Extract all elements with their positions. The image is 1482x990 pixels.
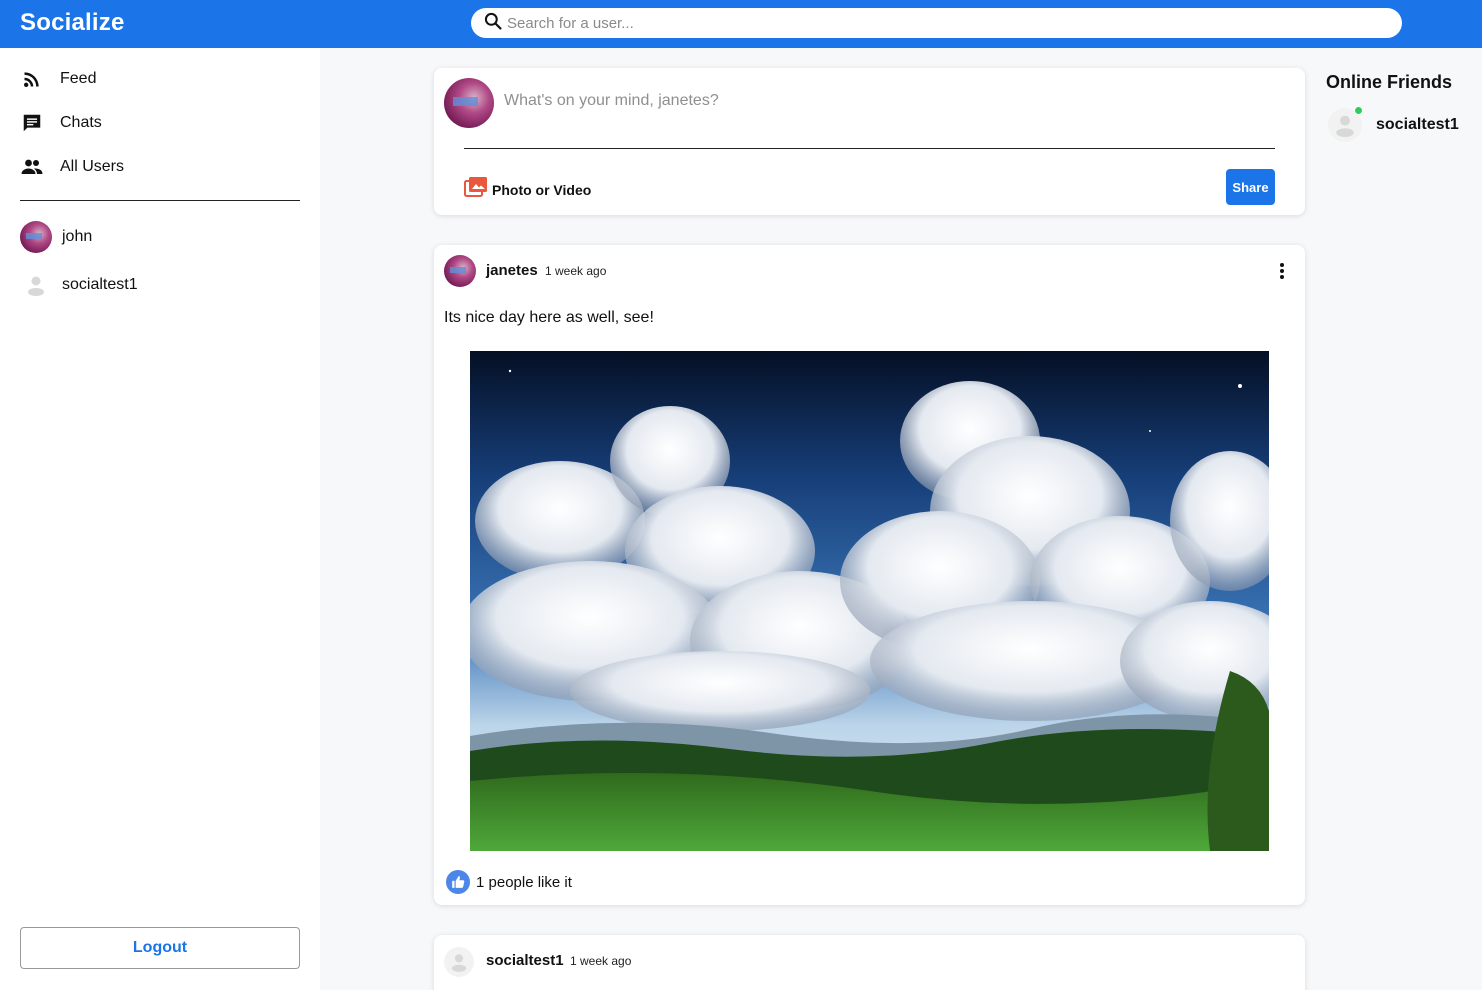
sidebar-user-label: socialtest1: [62, 276, 138, 293]
post-card: socialtest1 1 week ago: [434, 935, 1305, 990]
avatar: [444, 78, 494, 128]
online-status-badge: [1354, 106, 1363, 115]
sidebar-item-chats[interactable]: Chats: [20, 109, 102, 137]
post-author[interactable]: janetes: [486, 262, 538, 279]
top-bar: Socialize: [0, 0, 1482, 48]
search-icon: [483, 11, 503, 36]
post-text: Its nice day here as well, see!: [444, 309, 654, 326]
sidebar-divider: [20, 200, 300, 201]
avatar: [20, 221, 52, 253]
online-friend-item[interactable]: socialtest1: [1328, 106, 1459, 142]
likes-summary: 1 people like it: [446, 870, 572, 894]
sidebar-user-label: john: [62, 228, 93, 245]
photo-or-video-option[interactable]: Photo or Video: [464, 176, 591, 203]
search-bar[interactable]: [471, 8, 1402, 38]
sidebar-item-label: Feed: [60, 70, 97, 87]
share-button[interactable]: Share: [1226, 169, 1275, 205]
sidebar-user-socialtest1[interactable]: socialtest1: [20, 269, 138, 301]
sidebar-user-john[interactable]: john: [20, 221, 92, 253]
post-timestamp: 1 week ago: [545, 264, 607, 278]
default-avatar-icon: [1328, 106, 1363, 142]
avatar[interactable]: [444, 255, 476, 287]
sidebar-item-all-users[interactable]: All Users: [20, 153, 124, 181]
post-input[interactable]: [504, 92, 1264, 110]
thumb-up-icon[interactable]: [446, 870, 470, 894]
post-timestamp: 1 week ago: [570, 954, 632, 968]
post-author[interactable]: socialtest1: [486, 952, 564, 969]
more-vert-icon[interactable]: [1272, 261, 1292, 281]
sidebar-item-label: All Users: [60, 158, 125, 175]
default-avatar-icon: [20, 269, 52, 301]
online-friend-name: socialtest1: [1376, 116, 1459, 133]
app-logo[interactable]: Socialize: [20, 9, 125, 37]
logout-button[interactable]: Logout: [20, 927, 300, 969]
sidebar-item-feed[interactable]: Feed: [20, 65, 96, 93]
likes-count: 1 people like it: [476, 873, 572, 891]
photo-or-video-label: Photo or Video: [492, 181, 592, 198]
post-image: [470, 351, 1269, 851]
sidebar: Feed Chats All Users john socialtest1 Lo…: [0, 48, 320, 990]
default-avatar-icon[interactable]: [444, 947, 474, 977]
rss-feed-icon: [20, 67, 44, 91]
post-composer: Photo or Video Share: [434, 68, 1305, 215]
search-input[interactable]: [507, 14, 1387, 32]
composer-divider: [464, 148, 1275, 149]
sidebar-item-label: Chats: [60, 114, 102, 131]
photo-library-icon: [464, 176, 488, 203]
online-friends-title: Online Friends: [1326, 72, 1453, 92]
chat-icon: [20, 111, 44, 135]
post-card: janetes 1 week ago Its nice day here as …: [434, 245, 1305, 905]
people-icon: [20, 155, 44, 179]
